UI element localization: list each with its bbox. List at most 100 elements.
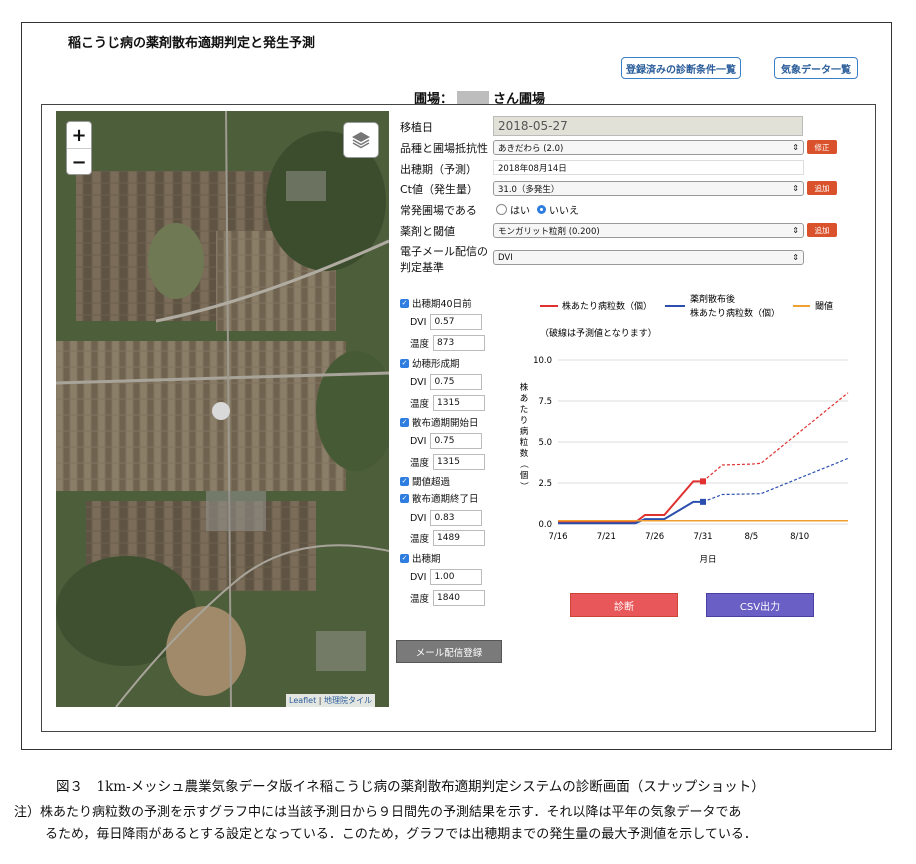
series-line-red-solid xyxy=(558,480,703,524)
temp-value: 1840 xyxy=(433,590,486,606)
figure-caption: 図３ 1km-メッシュ農業気象データ版イネ稲こうじ病の薬剤散布適期判定システムの… xyxy=(56,779,765,795)
select-arrow-icon: ⇕ xyxy=(792,184,799,193)
stage-temp-2: 温度 1315 xyxy=(410,454,486,470)
x-tick-label: 7/16 xyxy=(548,532,567,542)
y-tick-label: 0.0 xyxy=(538,520,552,530)
dvi-value: 0.75 xyxy=(430,433,483,449)
dvi-value: 1.00 xyxy=(430,569,483,585)
temp-value: 1315 xyxy=(433,454,486,470)
disease-chart: 株あたり病粒数（個） 薬剤散布後 株あたり病粒数（個） 閾値 （破線は予測値とな… xyxy=(518,293,849,565)
y-axis-label-char: た xyxy=(520,405,529,415)
email-criteria-select[interactable]: DVI ⇕ xyxy=(493,250,804,265)
email-label-line2: 判定基準 xyxy=(400,261,444,274)
y-axis-label-char: 個 xyxy=(520,470,529,481)
mail-register-button[interactable]: メール配信登録 xyxy=(396,640,502,663)
stage-label: 閾値超過 xyxy=(412,477,451,488)
registered-conditions-button[interactable]: 登録済みの診断条件一覧 xyxy=(621,57,741,79)
y-axis-label-char: あ xyxy=(520,394,529,404)
zoom-out-button[interactable]: − xyxy=(67,149,91,175)
satellite-map[interactable] xyxy=(56,111,389,707)
frequent-label: 常発圃場である xyxy=(400,204,477,217)
ct-label: Ct値（発生量） xyxy=(400,183,478,196)
checkbox-icon: ✓ xyxy=(400,298,409,308)
stage-label: 出穂期 xyxy=(412,554,441,565)
weather-data-button[interactable]: 気象データ一覧 xyxy=(774,57,858,79)
transplant-date-input[interactable]: 2018-05-27 xyxy=(493,116,803,136)
y-tick-label: 5.0 xyxy=(538,438,552,448)
temp-key: 温度 xyxy=(410,458,430,469)
stage-temp-0: 温度 873 xyxy=(410,335,486,351)
stage-dvi-4: DVI 0.83 xyxy=(410,510,483,526)
leaflet-link[interactable]: Leaflet xyxy=(289,696,316,705)
legend-blue-label-1: 薬剤散布後 xyxy=(690,293,735,305)
zoom-control: + − xyxy=(66,121,92,175)
chemical-select[interactable]: モンガリット粒剤 (0.200) ⇕ xyxy=(493,223,804,238)
dvi-value: 0.83 xyxy=(430,510,483,526)
y-axis-label-char: り xyxy=(520,416,529,426)
checkbox-icon: ✓ xyxy=(400,358,409,368)
checkbox-icon: ✓ xyxy=(400,493,409,503)
x-tick-label: 7/31 xyxy=(693,532,712,542)
transplant-label: 移植日 xyxy=(400,121,433,134)
map-attribution: Leaflet | 地理院タイル xyxy=(286,694,376,707)
variety-select[interactable]: あきだわら (2.0) ⇕ xyxy=(493,140,804,155)
stage-label: 幼穂形成期 xyxy=(412,359,460,370)
ct-add-button[interactable]: 追加 xyxy=(807,181,837,195)
x-tick-label: 7/26 xyxy=(645,532,664,542)
layers-button[interactable] xyxy=(343,122,379,158)
layers-icon xyxy=(352,132,370,149)
y-tick-label: 10.0 xyxy=(533,356,552,366)
stage-check-1[interactable]: ✓ 幼穂形成期 xyxy=(400,356,460,370)
select-arrow-icon: ⇕ xyxy=(792,143,799,152)
zoom-in-button[interactable]: + xyxy=(67,122,91,149)
tiles-link[interactable]: 地理院タイル xyxy=(324,696,372,705)
x-tick-label: 8/5 xyxy=(744,532,758,542)
heading-label: 出穂期（予測） xyxy=(400,163,477,176)
legend-red-label: 株あたり病粒数（個） xyxy=(562,300,652,312)
dvi-key: DVI xyxy=(410,316,427,328)
ct-value: 31.0（多発生） xyxy=(498,184,560,195)
stage-temp-1: 温度 1315 xyxy=(410,395,486,411)
y-axis-label-char: 数 xyxy=(520,448,529,459)
dvi-value: 0.75 xyxy=(430,374,483,390)
stage-dvi-0: DVI 0.57 xyxy=(410,314,483,330)
x-tick-label: 8/10 xyxy=(790,532,809,542)
heading-date-field: 2018年08月14日 xyxy=(493,160,804,175)
variety-edit-button[interactable]: 修正 xyxy=(807,140,837,154)
variety-value: あきだわら (2.0) xyxy=(498,143,564,154)
y-axis-label-char: 病 xyxy=(520,426,529,437)
select-arrow-icon: ⇕ xyxy=(792,226,799,235)
email-criteria-value: DVI xyxy=(498,252,513,263)
legend-blue-label-2: 株あたり病粒数（個） xyxy=(690,307,780,319)
diagnose-button[interactable]: 診断 xyxy=(570,593,678,617)
temp-value: 1315 xyxy=(433,395,486,411)
frequent-radio-group: はい いいえ xyxy=(496,202,579,217)
stage-check-2[interactable]: ✓ 散布適期開始日 xyxy=(400,415,479,429)
x-tick-label: 7/21 xyxy=(597,532,616,542)
legend-orange-label: 閾値 xyxy=(815,300,833,312)
stage-check-5[interactable]: ✓ 出穂期 xyxy=(400,551,441,565)
chemical-add-button[interactable]: 追加 xyxy=(807,223,837,237)
figure-note-line2: るため，毎日降雨があるとする設定となっている．このため，グラフでは出穂期までの発… xyxy=(45,827,757,842)
ct-select[interactable]: 31.0（多発生） ⇕ xyxy=(493,181,804,196)
dvi-key: DVI xyxy=(410,376,427,388)
attribution-separator: | xyxy=(316,696,325,705)
stage-dvi-1: DVI 0.75 xyxy=(410,374,483,390)
chemical-value: モンガリット粒剤 (0.200) xyxy=(498,226,600,237)
stage-check-4[interactable]: ✓ 散布適期終了日 xyxy=(400,491,479,505)
dvi-value: 0.57 xyxy=(430,314,483,330)
stage-temp-5: 温度 1840 xyxy=(410,590,486,606)
marker-red xyxy=(700,478,706,485)
stage-check-0[interactable]: ✓ 出穂期40日前 xyxy=(400,296,472,310)
radio-no[interactable] xyxy=(537,205,546,214)
email-label-line1: 電子メール配信の xyxy=(400,245,488,258)
temp-key: 温度 xyxy=(410,399,430,410)
x-axis-label: 月日 xyxy=(699,555,716,565)
y-tick-label: 7.5 xyxy=(538,397,552,407)
radio-yes[interactable] xyxy=(496,204,507,215)
dvi-key: DVI xyxy=(410,571,427,583)
stage-temp-4: 温度 1489 xyxy=(410,530,486,546)
stage-check-3[interactable]: ✓ 閾値超過 xyxy=(400,474,450,488)
csv-export-button[interactable]: CSV出力 xyxy=(706,593,814,617)
y-axis-label-char: 株 xyxy=(520,382,529,393)
